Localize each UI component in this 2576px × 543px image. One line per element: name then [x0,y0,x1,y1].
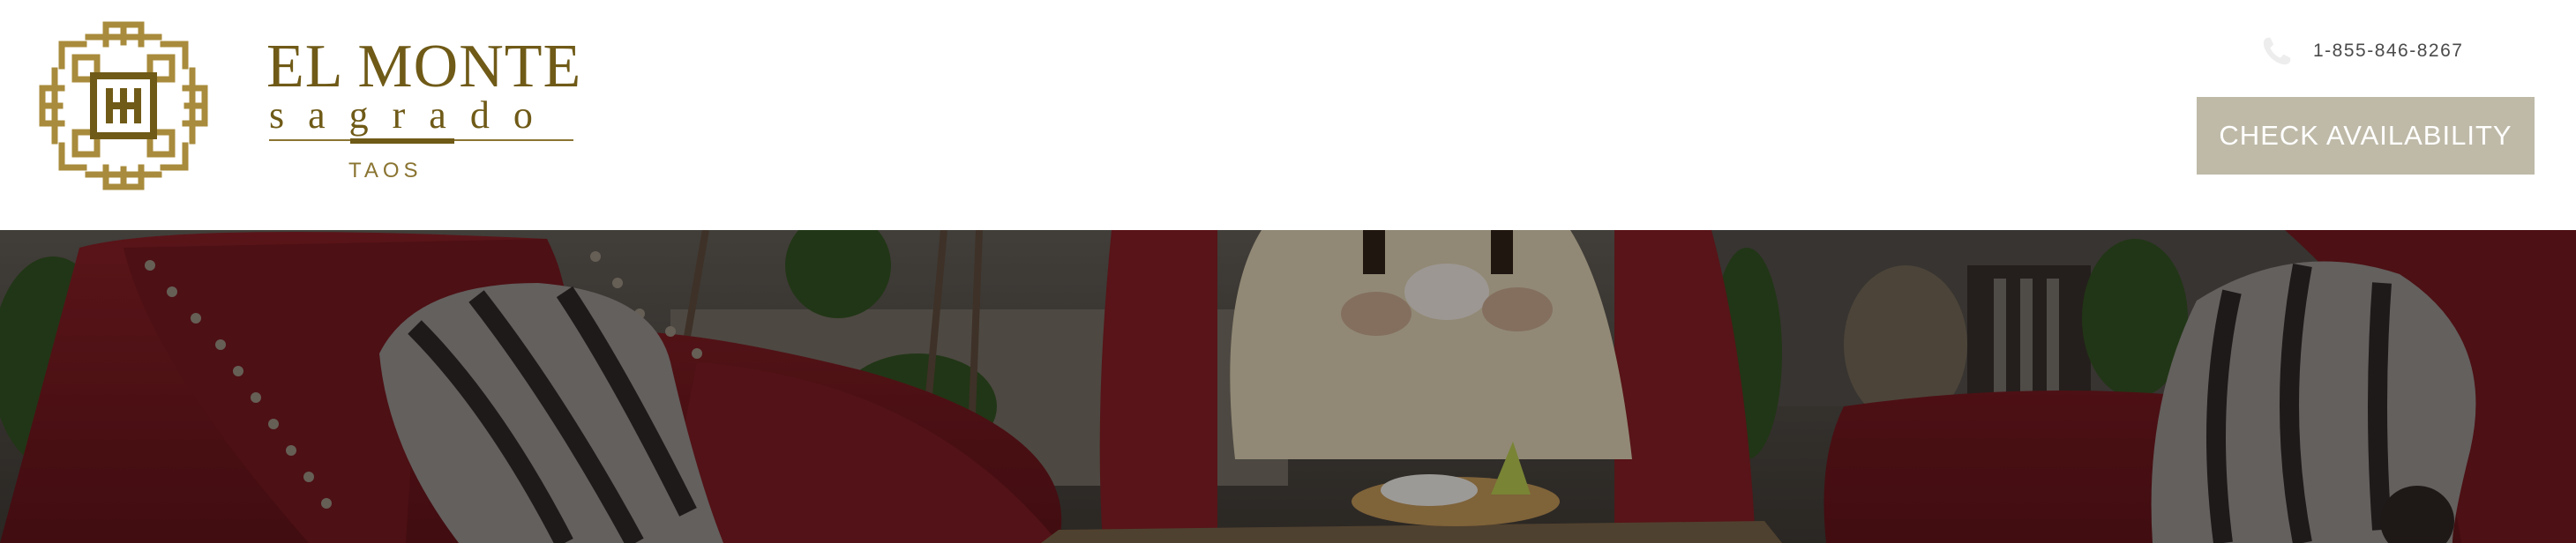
brand-wordmark: EL MONTE SAGRADO TAOS [229,18,582,194]
lounge-hero-image [0,230,2576,543]
brand-logo-link[interactable]: EL MONTE SAGRADO TAOS [35,18,580,194]
phone-link[interactable]: 1-855-846-8267 [2260,33,2463,69]
brand-subname: SAGRADO [269,93,557,137]
brand-name: EL MONTE [266,33,582,100]
brand-divider-accent [350,138,454,144]
brand-city: TAOS [348,159,423,182]
geometric-knot-logo-icon [39,21,208,190]
hero-image [0,230,2576,543]
phone-icon [2263,37,2291,65]
site-header: EL MONTE SAGRADO TAOS 1-855-846-8267 CHE… [0,0,2576,230]
check-availability-button[interactable]: CHECK AVAILABILITY [2197,97,2535,175]
phone-number: 1-855-846-8267 [2313,41,2464,61]
